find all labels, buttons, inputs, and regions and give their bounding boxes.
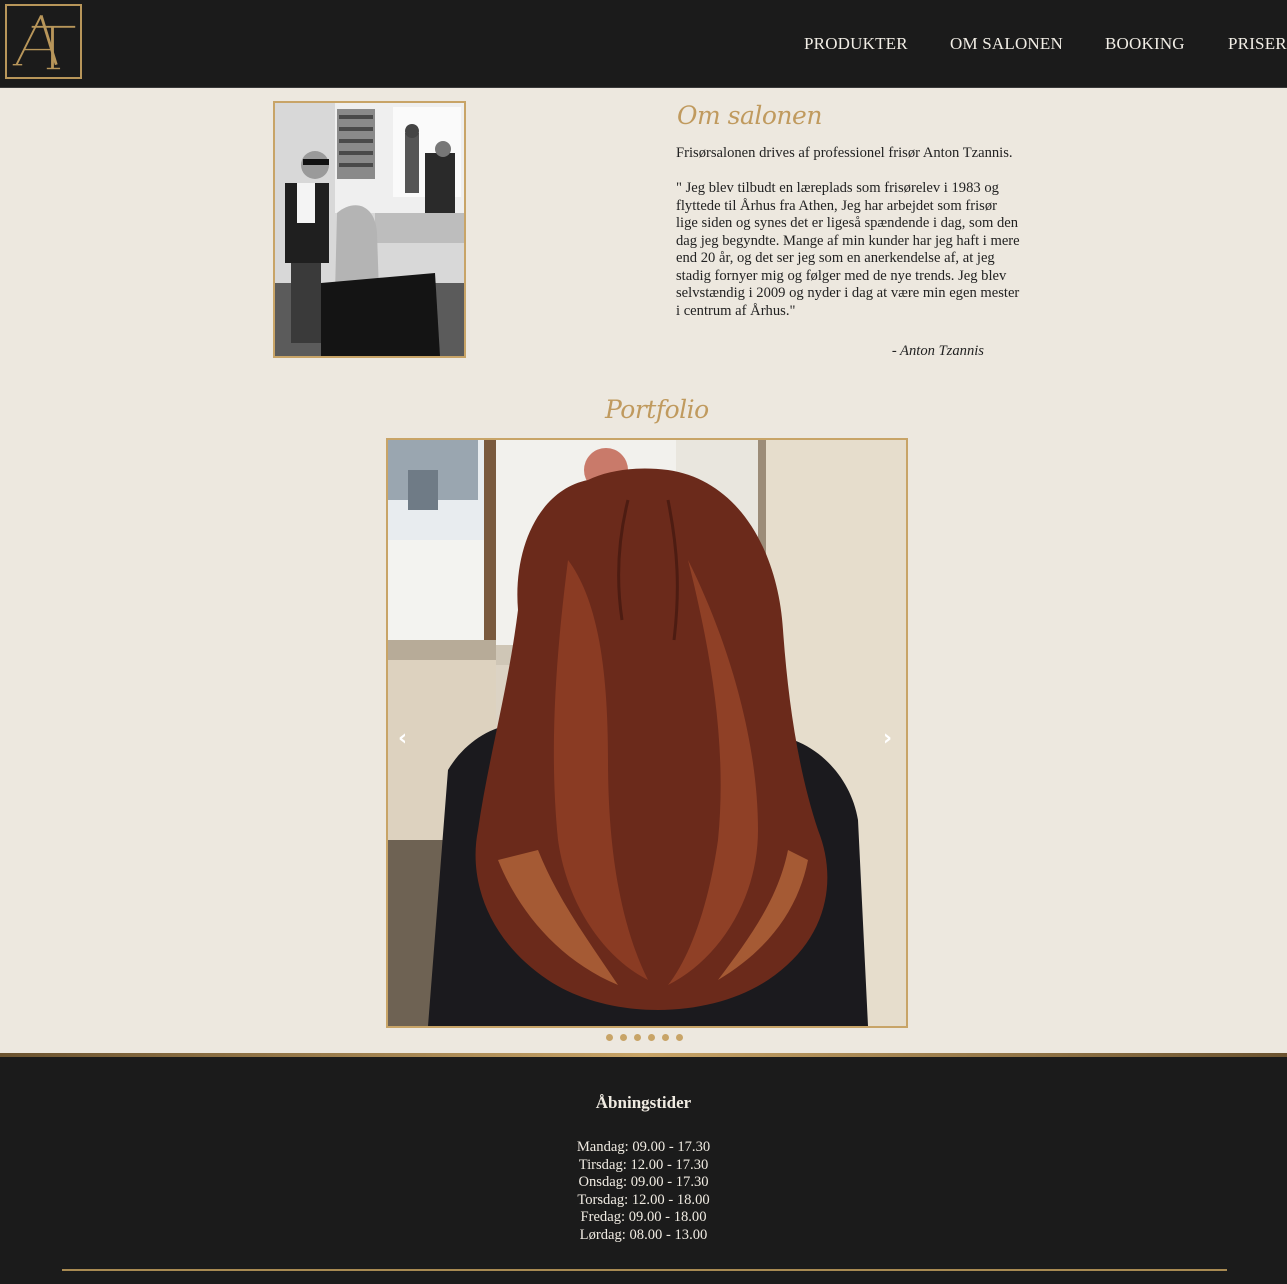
nav-item-booking[interactable]: BOOKING (1105, 34, 1185, 54)
portfolio-slide-image (388, 440, 906, 1026)
carousel-next-icon[interactable]: › (883, 726, 892, 751)
carousel-dot[interactable] (676, 1034, 683, 1041)
hours-wednesday: Onsdag: 09.00 - 17.30 (578, 1174, 709, 1191)
hours-monday: Mandag: 09.00 - 17.30 (576, 1139, 711, 1155)
about-intro: Frisørsalonen drives af professionel fri… (676, 145, 1013, 161)
hours-friday: Fredag: 09.00 - 18.00 (580, 1209, 707, 1226)
carousel-dot[interactable] (662, 1034, 669, 1041)
nav-item-priser[interactable]: PRISER (1228, 34, 1287, 54)
about-signature: - Anton Tzannis (891, 343, 984, 359)
nav-item-produkter[interactable]: PRODUKTER (804, 34, 908, 54)
opening-hours-list: Mandag: 09.00 - 17.30 Tirsdag: 12.00 - 1… (0, 1139, 1287, 1245)
portfolio-title: Portfolio (605, 395, 709, 424)
about-text: Frisørsalonen drives af professionel fri… (676, 145, 1021, 338)
hours-saturday: Lørdag: 08.00 - 13.00 (579, 1226, 708, 1243)
salon-photo (273, 101, 466, 358)
carousel-dot[interactable] (606, 1034, 613, 1041)
carousel-dot[interactable] (620, 1034, 627, 1041)
main-nav: PRODUKTER OM SALONEN BOOKING PRISER (0, 34, 1287, 58)
portfolio-carousel[interactable]: ‹ › (386, 438, 908, 1028)
carousel-dot[interactable] (648, 1034, 655, 1041)
hours-thursday: Torsdag: 12.00 - 18.00 (577, 1191, 710, 1208)
site-footer: Åbningstider Mandag: 09.00 - 17.30 Tirsd… (0, 1057, 1287, 1284)
footer-rule (62, 1269, 1227, 1271)
hours-tuesday: Tirsdag: 12.00 - 17.30 (578, 1156, 709, 1173)
about-title: Om salonen (677, 101, 822, 130)
nav-item-om-salonen[interactable]: OM SALONEN (950, 34, 1063, 54)
carousel-prev-icon[interactable]: ‹ (398, 726, 407, 751)
about-quote: " Jeg blev tilbudt en læreplads som fris… (676, 180, 1020, 319)
opening-hours-title: Åbningstider (595, 1093, 692, 1112)
site-header: PRODUKTER OM SALONEN BOOKING PRISER (0, 0, 1287, 88)
carousel-dot[interactable] (634, 1034, 641, 1041)
